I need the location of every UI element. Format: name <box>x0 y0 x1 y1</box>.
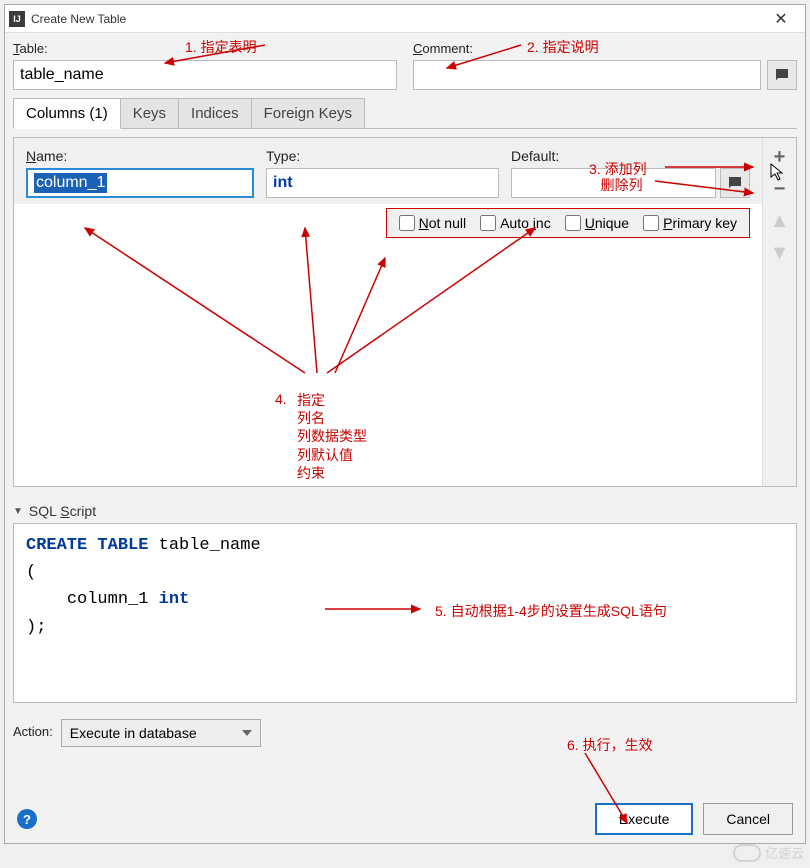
action-selected-value: Execute in database <box>70 725 197 741</box>
collapse-icon: ▼ <box>13 506 23 517</box>
close-button[interactable]: ✕ <box>761 5 801 33</box>
constraint-checks: Not null Auto inc Unique Primary key <box>386 208 750 238</box>
titlebar: IJ Create New Table ✕ <box>5 5 805 33</box>
columns-pane: Name: column_1 Type: Default: <box>13 137 797 487</box>
tab-keys[interactable]: Keys <box>120 98 179 128</box>
dialog-footer: ? Execute Cancel <box>13 793 797 839</box>
action-select[interactable]: Execute in database <box>61 719 261 747</box>
comment-input[interactable] <box>413 60 761 90</box>
tab-columns[interactable]: Columns (1) <box>13 98 121 129</box>
tabs: Columns (1) Keys Indices Foreign Keys <box>13 98 797 129</box>
column-type-input[interactable] <box>266 168 499 198</box>
dialog-window: IJ Create New Table ✕ TTable:able: Comme… <box>4 4 806 844</box>
type-label: Type: <box>266 148 499 164</box>
sql-script-box[interactable]: CREATE TABLE table_name ( column_1 int )… <box>13 523 797 703</box>
cloud-icon <box>733 844 761 862</box>
cancel-button[interactable]: Cancel <box>703 803 793 835</box>
not-null-checkbox[interactable]: Not null <box>399 215 466 231</box>
window-title: Create New Table <box>31 12 761 26</box>
default-expand-button[interactable] <box>720 168 750 198</box>
unique-checkbox[interactable]: Unique <box>565 215 629 231</box>
column-name-input[interactable]: column_1 <box>26 168 254 198</box>
tab-foreign-keys[interactable]: Foreign Keys <box>251 98 365 128</box>
table-label: TTable:able: <box>13 41 397 56</box>
move-up-button[interactable]: ▲ <box>767 208 793 234</box>
primary-key-checkbox[interactable]: Primary key <box>643 215 737 231</box>
sql-script-header[interactable]: ▼ SQL Script <box>13 499 797 523</box>
comment-expand-button[interactable] <box>767 60 797 90</box>
dialog-body: TTable:able: Comment: Columns (1) Keys I… <box>5 33 805 843</box>
default-label: Default: <box>511 148 750 164</box>
comment-label: Comment: <box>413 41 797 56</box>
column-side-buttons: + − ▲ ▼ <box>762 138 796 486</box>
action-label: Action: <box>13 724 53 739</box>
table-name-input[interactable] <box>13 60 397 90</box>
mouse-cursor-icon <box>770 163 786 181</box>
auto-inc-checkbox[interactable]: Auto inc <box>480 215 551 231</box>
column-default-input[interactable] <box>511 168 716 198</box>
execute-button[interactable]: Execute <box>595 803 694 835</box>
action-row: Action: Execute in database <box>13 719 797 747</box>
help-button[interactable]: ? <box>17 809 37 829</box>
tab-indices[interactable]: Indices <box>178 98 252 128</box>
app-icon: IJ <box>9 11 25 27</box>
watermark: 亿速云 <box>733 843 804 862</box>
name-label: Name: <box>26 148 254 164</box>
move-down-button[interactable]: ▼ <box>767 240 793 266</box>
